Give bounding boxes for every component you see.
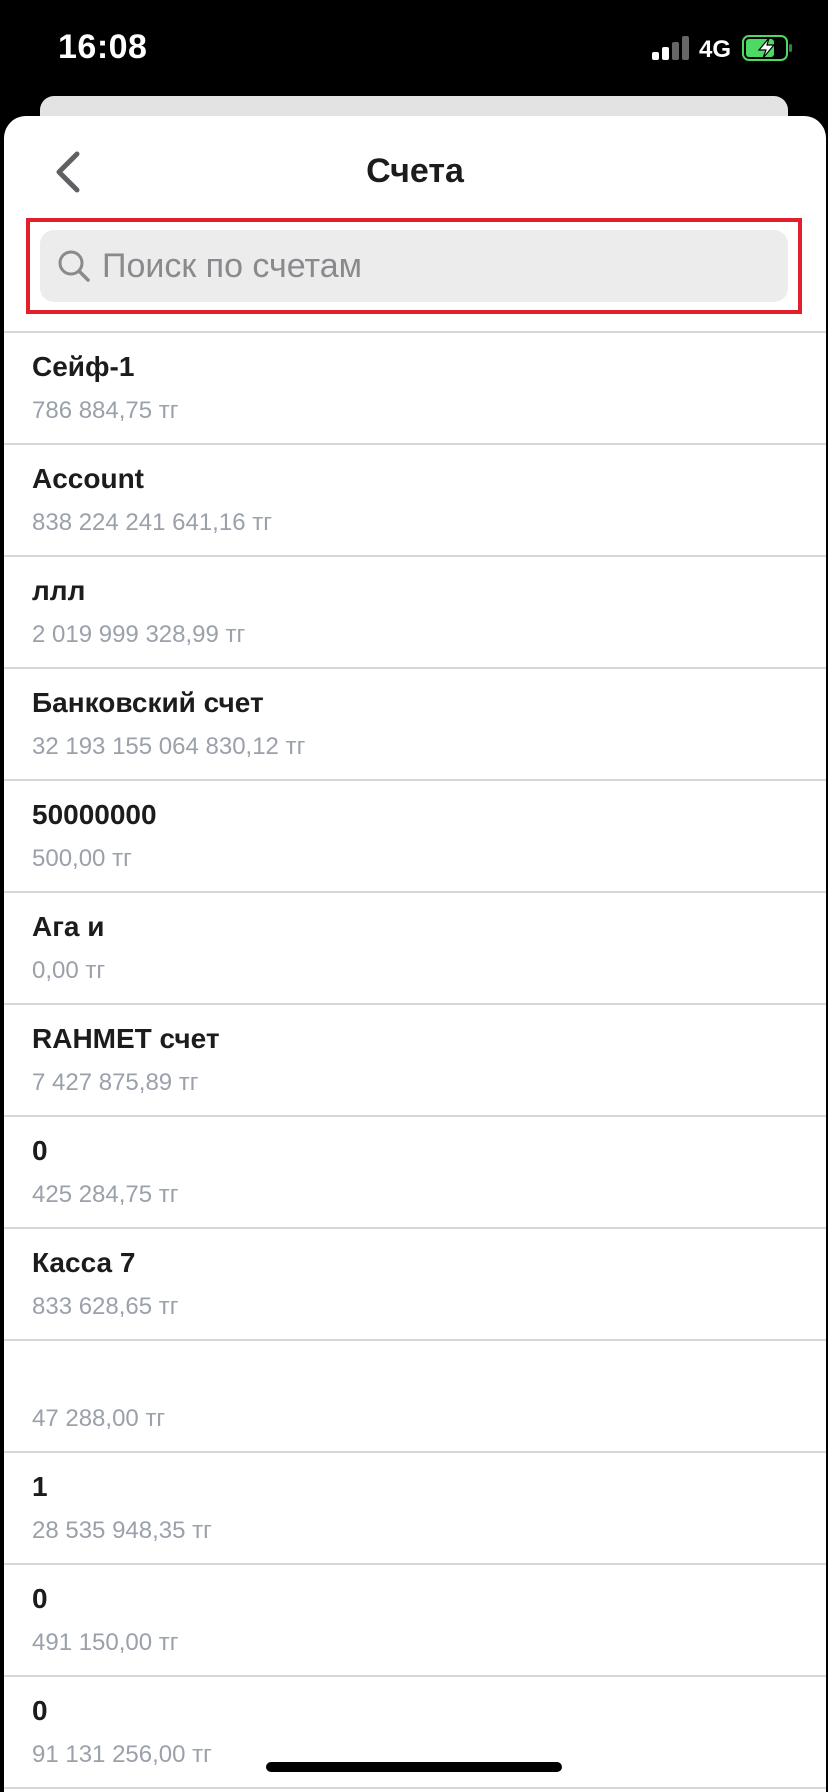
status-bar: 16:08 4G	[0, 0, 828, 100]
account-balance: 28 535 948,35 тг	[32, 1517, 212, 1544]
battery-charging-icon	[742, 35, 792, 61]
account-name: RAHMET счет	[32, 1023, 220, 1054]
account-name: ллл	[32, 575, 86, 606]
account-row[interactable]: 50000000 500,00 тг	[4, 781, 826, 893]
account-name: Касса 7	[32, 1247, 136, 1278]
account-balance: 425 284,75 тг	[32, 1181, 179, 1208]
account-row[interactable]: Банковский счет 32 193 155 064 830,12 тг	[4, 669, 826, 781]
account-name: 0	[32, 1583, 48, 1614]
account-row[interactable]: 1 28 535 948,35 тг	[4, 1453, 826, 1565]
account-balance: 2 019 999 328,99 тг	[32, 621, 246, 648]
accounts-list: Сейф-1 786 884,75 тг Account 838 224 241 64…	[4, 331, 826, 1789]
account-row[interactable]: 47 288,00 тг	[4, 1341, 826, 1453]
account-row[interactable]: Account 838 224 241 641,16 тг	[4, 445, 826, 557]
account-row[interactable]: Касса 7 833 628,65 тг	[4, 1229, 826, 1341]
account-balance: 500,00 тг	[32, 845, 132, 872]
cellular-signal-icon	[652, 36, 690, 60]
accounts-sheet: Счета Сейф-1 786 884,75 тг Account 838 224 …	[4, 116, 826, 1792]
search-input[interactable]	[102, 246, 762, 286]
navigation-bar: Счета	[4, 116, 826, 216]
account-balance: 491 150,00 тг	[32, 1629, 179, 1656]
account-balance: 786 884,75 тг	[32, 397, 179, 424]
account-row[interactable]: ллл 2 019 999 328,99 тг	[4, 557, 826, 669]
account-name: Банковский счет	[32, 687, 264, 718]
home-indicator[interactable]	[266, 1762, 562, 1772]
account-row[interactable]: 0 91 131 256,00 тг	[4, 1677, 826, 1789]
account-row[interactable]: Ага и 0,00 тг	[4, 893, 826, 1005]
account-row[interactable]: 0 491 150,00 тг	[4, 1565, 826, 1677]
account-name: Ага и	[32, 911, 105, 942]
account-balance: 47 288,00 тг	[32, 1405, 166, 1432]
network-type-label: 4G	[699, 36, 732, 63]
account-name: 0	[32, 1695, 48, 1726]
status-time: 16:08	[58, 28, 148, 66]
account-balance: 0,00 тг	[32, 957, 106, 984]
page-title: Счета	[366, 152, 464, 190]
account-row[interactable]: 0 425 284,75 тг	[4, 1117, 826, 1229]
search-field[interactable]	[40, 230, 788, 302]
account-balance: 7 427 875,89 тг	[32, 1069, 199, 1096]
account-row[interactable]: RAHMET счет 7 427 875,89 тг	[4, 1005, 826, 1117]
account-balance: 838 224 241 641,16 тг	[32, 509, 272, 536]
account-name: 0	[32, 1135, 48, 1166]
account-balance: 833 628,65 тг	[32, 1293, 179, 1320]
account-name: Account	[32, 463, 144, 494]
account-name: 50000000	[32, 799, 157, 830]
account-balance: 91 131 256,00 тг	[32, 1741, 212, 1768]
account-balance: 32 193 155 064 830,12 тг	[32, 733, 306, 760]
account-name: 1	[32, 1471, 48, 1502]
account-name: Сейф-1	[32, 351, 135, 382]
search-icon	[54, 246, 94, 286]
account-row[interactable]: Сейф-1 786 884,75 тг	[4, 333, 826, 445]
